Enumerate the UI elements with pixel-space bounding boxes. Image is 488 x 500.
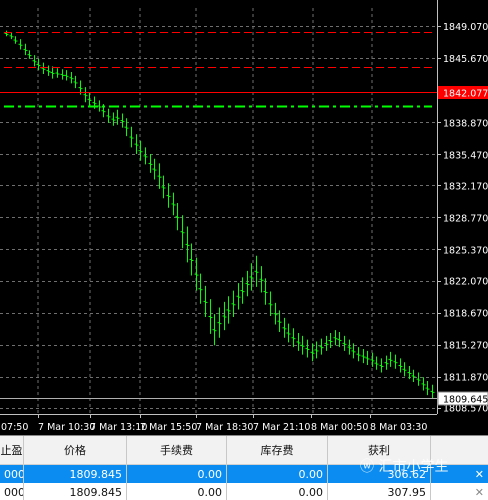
time-tick-label: 7 Mar 18:30	[196, 422, 253, 433]
time-tick-label: 8 Mar 03:30	[370, 422, 427, 433]
price-tick-label: 1845.670	[443, 54, 488, 65]
close-icon[interactable]: ✕	[475, 468, 484, 481]
price-tick-label: 1818.670	[443, 309, 488, 320]
price-tick-label: 1832.170	[443, 181, 488, 192]
header-commission[interactable]: 手续费	[127, 436, 227, 464]
header-swap[interactable]: 库存费	[227, 436, 328, 464]
price-tick-label: 1825.370	[443, 245, 488, 256]
row-price: 1809.845	[24, 483, 127, 500]
row-swap: 0.00	[227, 465, 328, 483]
watermark-text: 汇市小学生	[378, 459, 449, 475]
header-take-profit[interactable]: 止盈	[0, 436, 24, 464]
price-tick-label: 1822.070	[443, 277, 488, 288]
price-tick-label: 1815.270	[443, 341, 488, 352]
row-take-profit: 000	[0, 483, 24, 500]
price-tick-label: 1835.470	[443, 150, 488, 161]
row-take-profit: 000	[0, 465, 24, 483]
close-icon[interactable]: ✕	[475, 486, 484, 499]
trade-terminal: 止盈 价格 手续费 库存费 获利 000 1809.845 0.00 0.00 …	[0, 435, 488, 500]
row-swap: 0.00	[227, 483, 328, 500]
time-tick-label: 7 Mar 13:10	[90, 422, 147, 433]
price-tick-label: 1828.770	[443, 213, 488, 224]
time-tick-label: 07:50	[1, 422, 28, 433]
time-tick-label: 7 Mar 15:50	[140, 422, 197, 433]
price-tick-label: 1811.870	[443, 373, 488, 384]
row-commission: 0.00	[127, 483, 227, 500]
row-profit: 307.95	[328, 483, 431, 500]
row-commission: 0.00	[127, 465, 227, 483]
time-tick-label: 7 Mar 21:10	[253, 422, 310, 433]
current-price-label: 1809.645	[443, 395, 488, 406]
table-row[interactable]: 000 1809.845 0.00 0.00 307.95 ✕	[0, 483, 488, 500]
watermark-logo: ⓦ 汇市小学生	[360, 459, 449, 475]
row-close-cell: ✕	[431, 483, 488, 500]
row-price: 1809.845	[24, 465, 127, 483]
price-chart[interactable]: 1849.070 1845.670 1838.870 1835.470 1832.170…	[0, 0, 488, 435]
price-tick-label: 1849.070	[443, 22, 488, 33]
time-tick-label: 8 Mar 00:50	[311, 422, 368, 433]
price-tick-label: 1838.870	[443, 118, 488, 129]
time-tick-label: 7 Mar 10:30	[38, 422, 95, 433]
stop-loss-price-label: 1842.077	[443, 89, 488, 100]
header-price[interactable]: 价格	[24, 436, 127, 464]
